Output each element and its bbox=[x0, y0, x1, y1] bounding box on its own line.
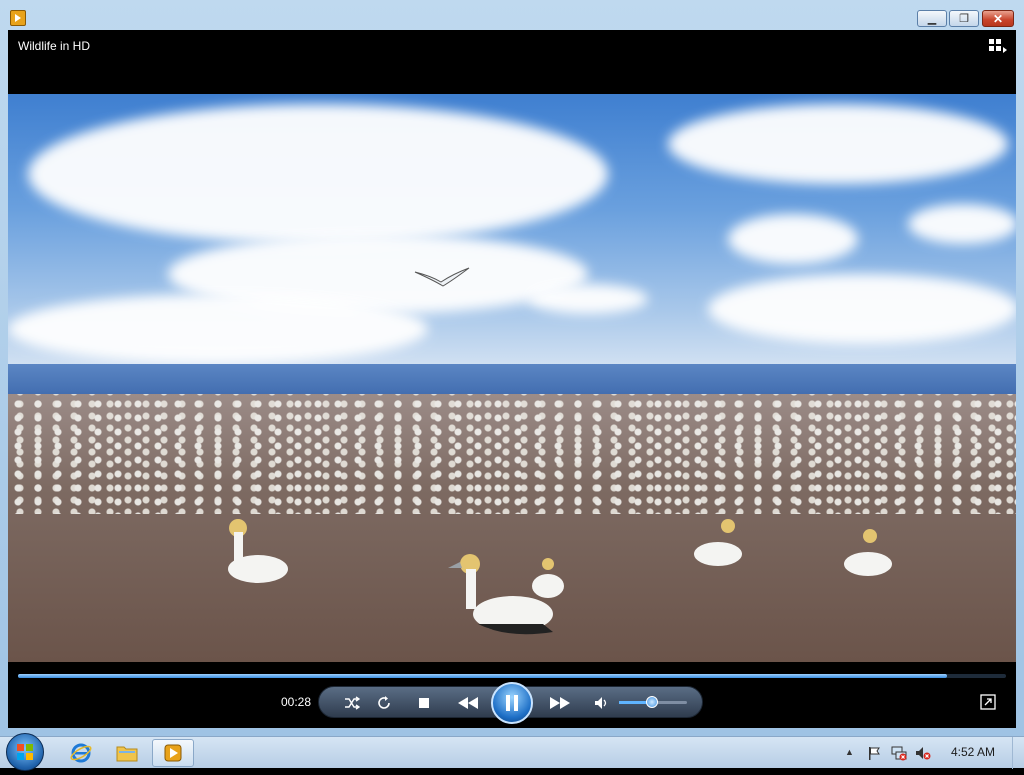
transport-controls bbox=[318, 682, 703, 724]
gannet-bird bbox=[694, 519, 742, 566]
taskbar-windows-explorer[interactable] bbox=[106, 739, 148, 767]
restore-icon: ❐ bbox=[959, 13, 969, 25]
cloud bbox=[8, 294, 428, 364]
cloud bbox=[908, 204, 1016, 244]
next-button[interactable] bbox=[545, 692, 575, 714]
internet-explorer-icon bbox=[70, 743, 92, 763]
stop-icon bbox=[419, 698, 429, 708]
title-bar[interactable]: ▁ ❐ ✕ bbox=[0, 0, 1024, 30]
volume-slider-thumb[interactable] bbox=[645, 696, 658, 708]
taskbar-internet-explorer[interactable] bbox=[60, 739, 102, 767]
show-desktop-button[interactable] bbox=[1012, 737, 1024, 769]
folder-icon bbox=[116, 746, 138, 762]
volume-slider[interactable] bbox=[619, 696, 687, 708]
shuffle-icon bbox=[345, 696, 360, 710]
windows-logo-icon bbox=[17, 744, 33, 760]
taskbar-windows-media-player[interactable] bbox=[152, 739, 194, 767]
bird-colony bbox=[8, 394, 1016, 514]
cloud bbox=[728, 214, 858, 264]
show-hidden-icons-icon[interactable]: ▲ bbox=[845, 747, 854, 757]
start-button[interactable] bbox=[6, 733, 44, 771]
pause-button[interactable] bbox=[491, 682, 533, 724]
taskbar: ▲ 4:52 AM bbox=[0, 733, 1024, 771]
cloud bbox=[708, 274, 1016, 344]
player-client-area: Wildlife in HD 00:28 bbox=[8, 30, 1016, 728]
speaker-icon bbox=[595, 697, 607, 709]
fast-forward-icon bbox=[550, 697, 570, 709]
gannet-bird bbox=[532, 558, 564, 598]
action-center-flag-icon[interactable] bbox=[866, 745, 882, 761]
volume-muted-icon[interactable] bbox=[915, 745, 931, 761]
pause-icon bbox=[506, 695, 518, 711]
shuffle-button[interactable] bbox=[341, 692, 363, 714]
gannet-bird bbox=[844, 529, 892, 576]
close-icon: ✕ bbox=[992, 11, 1004, 26]
mute-button[interactable] bbox=[591, 692, 613, 714]
cloud bbox=[528, 284, 648, 314]
playback-controls: 00:28 bbox=[8, 662, 1016, 728]
repeat-icon bbox=[378, 696, 390, 709]
network-disconnected-icon[interactable] bbox=[891, 745, 907, 761]
flying-bird bbox=[414, 267, 470, 287]
seek-bar[interactable] bbox=[18, 674, 1006, 678]
windows-media-player-icon[interactable] bbox=[10, 10, 26, 26]
minimize-icon: ▁ bbox=[927, 13, 937, 25]
cloud bbox=[668, 104, 1008, 184]
minimize-button[interactable]: ▁ bbox=[917, 10, 947, 27]
windows-media-player-icon bbox=[164, 744, 182, 762]
repeat-button[interactable] bbox=[373, 692, 395, 714]
gannet-bird bbox=[228, 519, 288, 583]
elapsed-time: 00:28 bbox=[281, 695, 312, 709]
fullscreen-icon[interactable] bbox=[980, 694, 996, 710]
cloud bbox=[28, 104, 608, 244]
seek-progress bbox=[18, 674, 947, 678]
restore-button[interactable]: ❐ bbox=[949, 10, 979, 27]
previous-button[interactable] bbox=[453, 692, 483, 714]
switch-to-library-icon[interactable] bbox=[988, 38, 1008, 54]
stop-button[interactable] bbox=[413, 692, 435, 714]
close-button[interactable]: ✕ bbox=[982, 10, 1014, 27]
taskbar-clock[interactable]: 4:52 AM bbox=[951, 745, 995, 759]
video-title: Wildlife in HD bbox=[18, 39, 91, 53]
media-player-window: ▁ ❐ ✕ Wildlife in HD 00:28 bbox=[0, 0, 1024, 736]
video-display[interactable] bbox=[8, 94, 1016, 662]
rewind-icon bbox=[458, 697, 478, 709]
